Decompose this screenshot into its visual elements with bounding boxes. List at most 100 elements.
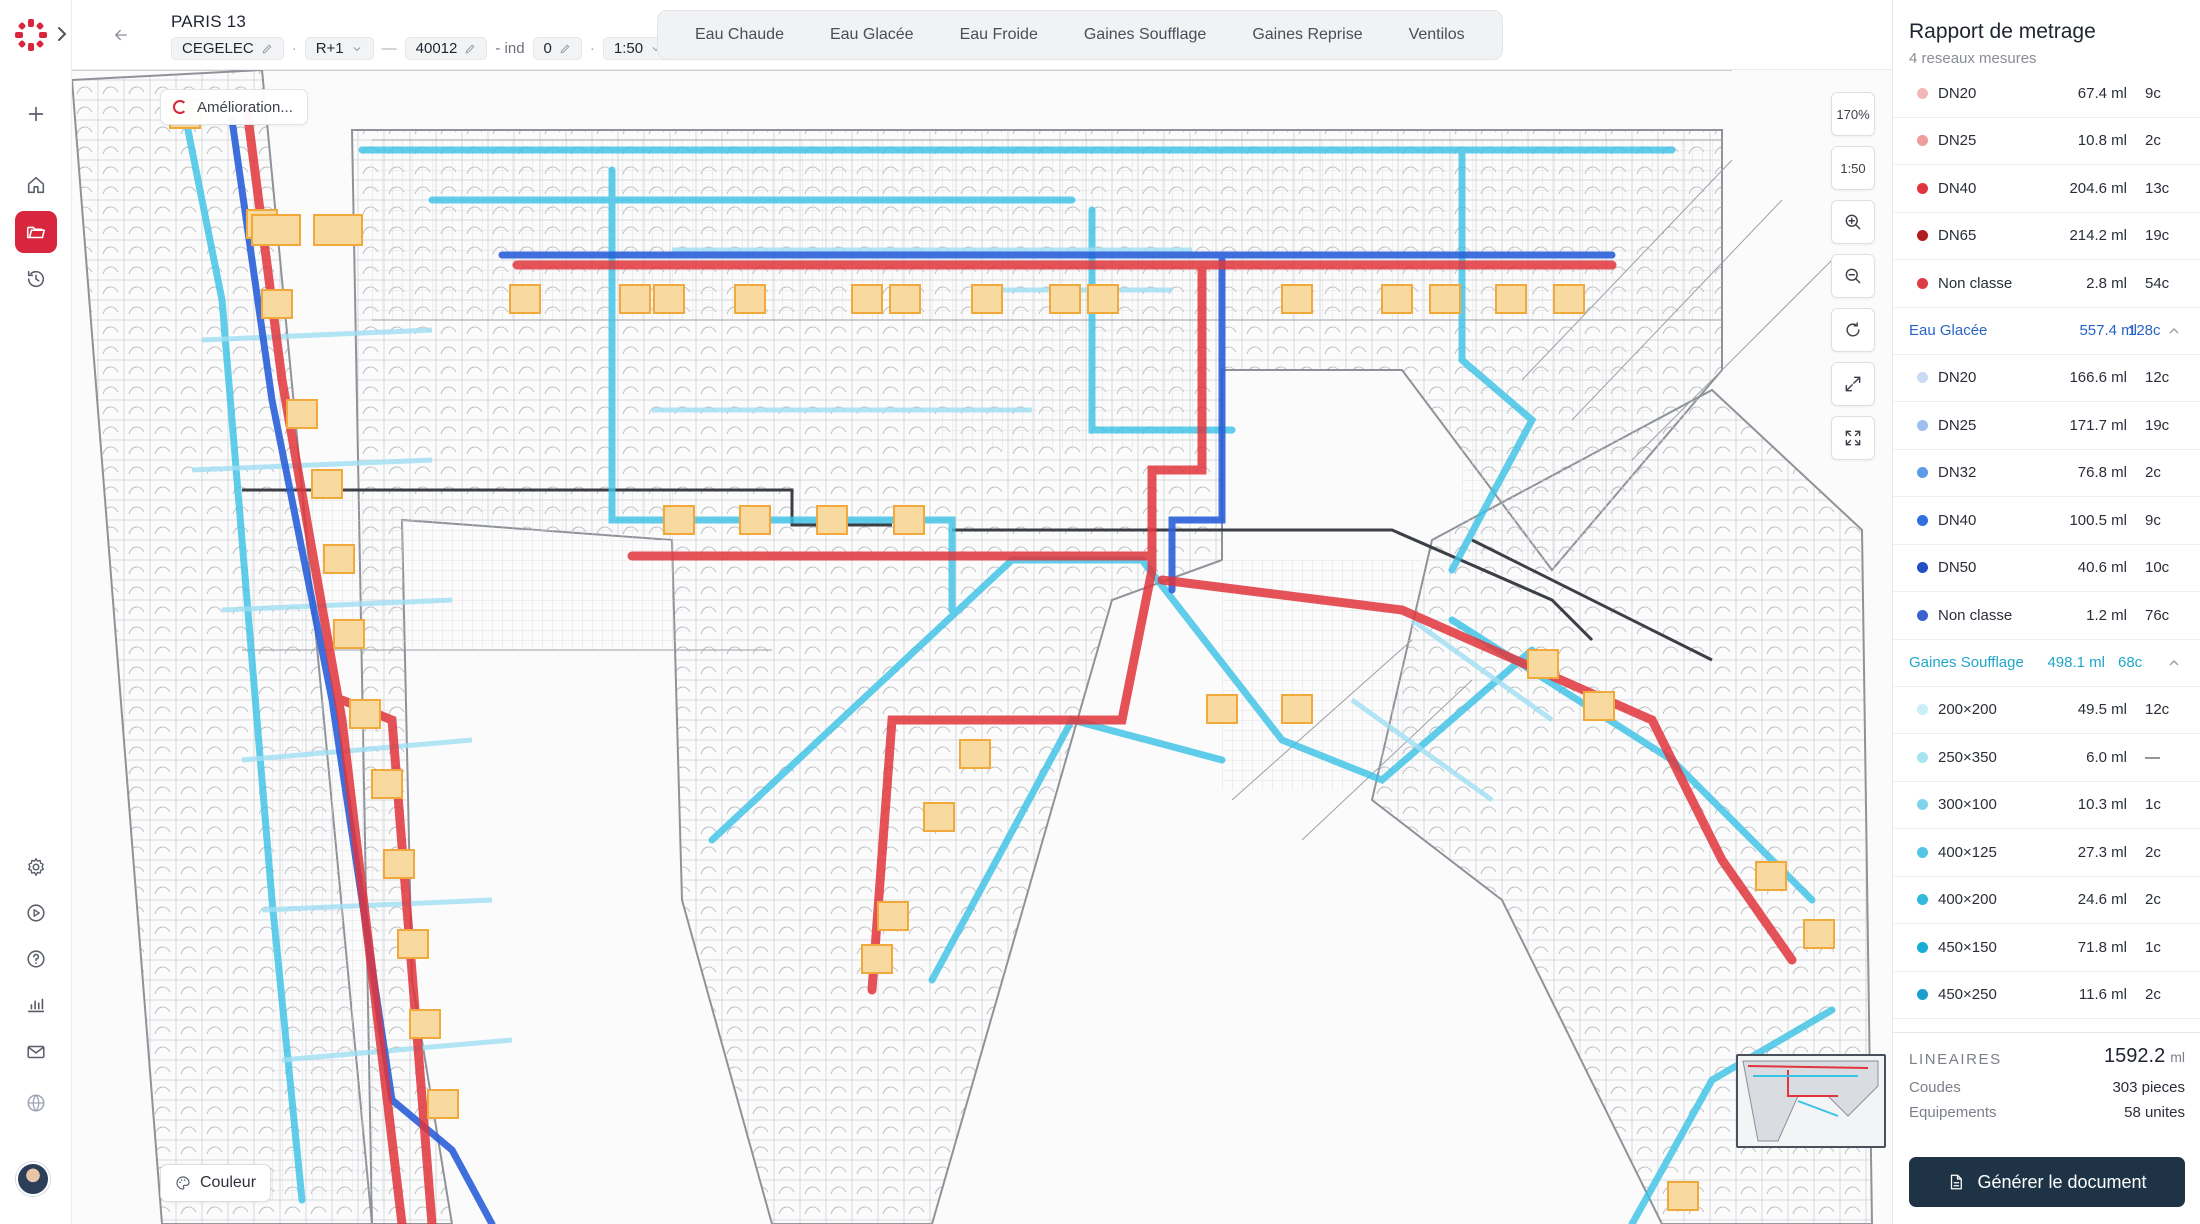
measure-count: 1c — [2145, 796, 2161, 814]
app-logo-icon[interactable] — [14, 18, 48, 52]
code-chip[interactable]: 40012 — [404, 37, 488, 60]
measure-row[interactable]: 400×200 24.6 ml 2c — [1893, 877, 2200, 924]
globe-icon — [27, 1094, 45, 1112]
measure-row[interactable]: DN20 166.6 ml 12c — [1893, 355, 2200, 402]
back-button[interactable] — [106, 20, 136, 50]
measure-row[interactable]: DN25 171.7 ml 19c — [1893, 402, 2200, 450]
color-swatch — [1917, 562, 1928, 574]
tab-eau-glacee[interactable]: Eau Glacée — [807, 18, 937, 52]
tab-gaines-soufflage[interactable]: Gaines Soufflage — [1061, 18, 1229, 52]
measure-count: 13c — [2145, 179, 2170, 197]
equipements-value: 58 unites — [2124, 1104, 2185, 1121]
nav-language[interactable] — [15, 1082, 57, 1124]
nav-history[interactable] — [15, 258, 57, 300]
expand-icon — [1845, 376, 1861, 392]
measure-row[interactable]: Non classe 2.8 ml 54c — [1893, 260, 2200, 308]
nav-home[interactable] — [15, 164, 57, 206]
measure-length: 40.6 ml — [2077, 559, 2127, 577]
plus-icon — [28, 106, 44, 122]
zoom-in-button[interactable] — [1831, 200, 1875, 244]
measure-count: 2c — [2145, 843, 2161, 861]
index-chip[interactable]: 0 — [532, 37, 582, 60]
tab-ventilos[interactable]: Ventilos — [1386, 18, 1488, 52]
left-rail — [0, 0, 72, 1224]
measure-row[interactable]: 200×200 49.5 ml 12c — [1893, 687, 2200, 734]
linear-total-unit: ml — [2170, 1049, 2185, 1065]
color-button[interactable]: Couleur — [160, 1164, 272, 1202]
user-avatar[interactable] — [16, 1162, 50, 1196]
linear-total-number: 1592.2 — [2104, 1045, 2166, 1067]
chevron-up-icon[interactable] — [2167, 656, 2181, 670]
generate-document-button[interactable]: Générer le document — [1909, 1157, 2185, 1207]
chevron-up-icon[interactable] — [2167, 324, 2181, 338]
measure-row[interactable]: 300×100 10.3 ml 1c — [1893, 782, 2200, 829]
add-button[interactable] — [15, 93, 57, 135]
nav-help[interactable] — [15, 938, 57, 980]
tab-gaines-reprise[interactable]: Gaines Reprise — [1229, 18, 1385, 52]
project-meta: CEGELEC · R+1 — 40012 - ind 0 · 1:50 — [171, 37, 674, 60]
measure-count: 2c — [2145, 132, 2161, 150]
tab-eau-chaude[interactable]: Eau Chaude — [672, 18, 807, 52]
measure-length: 27.3 ml — [2077, 843, 2127, 861]
measure-label: DN65 — [1938, 227, 1977, 245]
measure-count: 2c — [2145, 891, 2161, 909]
measure-count: — — [2145, 748, 2160, 766]
group-eau-glacee[interactable]: Eau Glacée 557.4 ml 128c — [1893, 308, 2200, 355]
group-ml: 498.1 ml — [2047, 654, 2105, 671]
measure-row[interactable]: DN25 10.8 ml 2c — [1893, 118, 2200, 165]
nav-stats[interactable] — [15, 984, 57, 1026]
measure-row[interactable]: Non classe 1.2 ml 76c — [1893, 592, 2200, 640]
top-bar: PARIS 13 CEGELEC · R+1 — 40012 - ind 0 ·… — [72, 0, 1892, 70]
measure-label: DN25 — [1938, 416, 1977, 434]
measure-count: 76c — [2145, 606, 2170, 624]
status-text: Amélioration... — [197, 98, 293, 116]
measure-label: DN20 — [1938, 84, 1977, 102]
color-swatch — [1917, 182, 1928, 194]
measure-label: 300×100 — [1938, 796, 1997, 814]
coudes-row: Coudes 303 pieces — [1909, 1079, 2185, 1096]
nav-projects[interactable] — [15, 211, 57, 253]
tab-eau-froide[interactable]: Eau Froide — [937, 18, 1061, 52]
measure-count: 1c — [2145, 938, 2161, 956]
pencil-icon — [465, 44, 475, 53]
company-chip[interactable]: CEGELEC — [171, 37, 284, 60]
nav-mail[interactable] — [15, 1031, 57, 1073]
fit-screen-icon — [1845, 430, 1861, 446]
measure-row[interactable]: DN65 214.2 ml 19c — [1893, 213, 2200, 260]
measure-row[interactable]: DN40 100.5 ml 9c — [1893, 497, 2200, 545]
measure-row[interactable]: 450×250 11.6 ml 2c — [1893, 972, 2200, 1019]
measure-length: 204.6 ml — [2069, 179, 2127, 197]
arrow-left-icon — [114, 29, 127, 41]
zoom-level[interactable]: 170% — [1831, 92, 1875, 136]
measure-row[interactable]: DN40 204.6 ml 13c — [1893, 165, 2200, 213]
plan-canvas[interactable]: Amélioration... Couleur 170% 1:50 — [72, 0, 1892, 1224]
measure-length: 100.5 ml — [2069, 511, 2127, 529]
measure-row[interactable]: 250×350 6.0 ml — — [1893, 734, 2200, 782]
chevron-down-icon — [353, 46, 361, 51]
measure-row[interactable]: DN20 67.4 ml 9c — [1893, 70, 2200, 118]
color-swatch — [1917, 419, 1928, 431]
zoom-out-button[interactable] — [1831, 254, 1875, 298]
group-label: Gaines Soufflage — [1909, 654, 2024, 671]
measure-row[interactable]: DN32 76.8 ml 2c — [1893, 450, 2200, 497]
reset-view-button[interactable] — [1831, 308, 1875, 352]
chevron-right-icon[interactable] — [55, 22, 69, 46]
measure-row[interactable]: 400×125 27.3 ml 2c — [1893, 829, 2200, 877]
scale-selector[interactable]: 1:50 — [1831, 146, 1875, 190]
minimap[interactable] — [1736, 1054, 1886, 1148]
measure-row[interactable]: DN50 40.6 ml 10c — [1893, 545, 2200, 592]
fullscreen-button[interactable] — [1831, 362, 1875, 406]
measure-row[interactable]: 450×150 71.8 ml 1c — [1893, 924, 2200, 972]
nav-play[interactable] — [15, 892, 57, 934]
floor-plan-drawing[interactable] — [72, 0, 1892, 1224]
fit-view-button[interactable] — [1831, 416, 1875, 460]
measure-count: 12c — [2145, 701, 2170, 719]
nav-settings[interactable] — [15, 846, 57, 888]
company-label: CEGELEC — [182, 40, 254, 57]
status-chip: Amélioration... — [160, 89, 308, 125]
group-gaines-soufflage[interactable]: Gaines Soufflage 498.1 ml 68c — [1893, 640, 2200, 687]
color-swatch — [1917, 799, 1928, 811]
level-select[interactable]: R+1 — [304, 37, 374, 60]
measure-length: 10.8 ml — [2077, 132, 2127, 150]
color-swatch — [1917, 609, 1928, 621]
